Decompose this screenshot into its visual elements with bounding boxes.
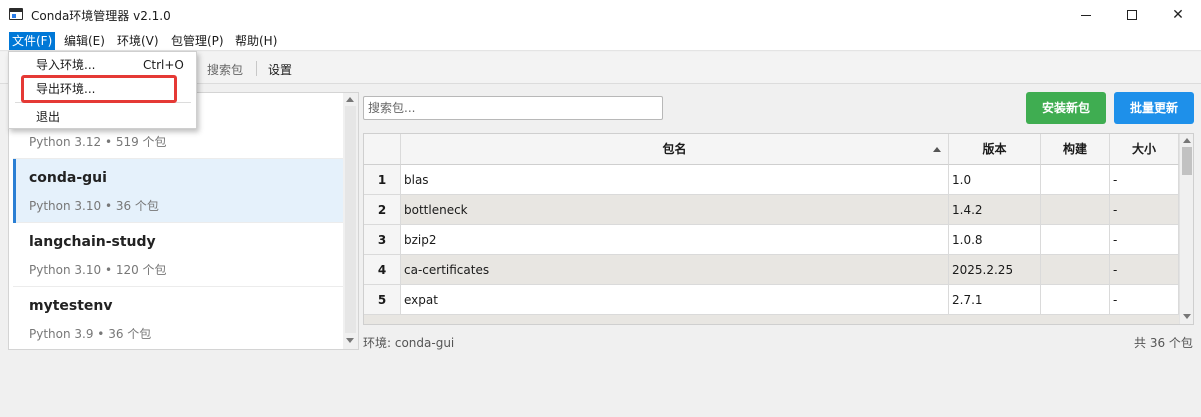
column-header-build[interactable]: 构建 bbox=[1041, 134, 1110, 165]
env-info: Python 3.12 • 519 个包 bbox=[29, 135, 167, 149]
cell-version: 1.0.8 bbox=[949, 225, 1041, 255]
scroll-down-icon[interactable] bbox=[346, 338, 354, 343]
menu-file[interactable]: 文件(F) bbox=[9, 32, 56, 50]
close-icon: ✕ bbox=[1172, 7, 1184, 23]
cell-build bbox=[1041, 165, 1110, 195]
column-header-name[interactable]: 包名 bbox=[401, 134, 949, 165]
env-info: Python 3.10 • 120 个包 bbox=[29, 263, 167, 277]
batch-update-button[interactable]: 批量更新 bbox=[1114, 92, 1194, 124]
sort-ascending-icon bbox=[933, 147, 941, 152]
row-number: 4 bbox=[364, 255, 401, 285]
scroll-down-icon[interactable] bbox=[1183, 314, 1191, 319]
cell-package-name: bzip2 bbox=[401, 225, 949, 255]
cell-build bbox=[1041, 195, 1110, 225]
menu-item-import-environment[interactable]: 导入环境... Ctrl+O bbox=[9, 54, 196, 76]
cell-version: 1.0 bbox=[949, 165, 1041, 195]
menu-help[interactable]: 帮助(H) bbox=[232, 32, 280, 50]
menu-environment[interactable]: 环境(V) bbox=[114, 32, 162, 50]
cell-size: - bbox=[1110, 225, 1179, 255]
menu-item-label: 退出 bbox=[36, 110, 61, 124]
file-menu-dropdown: 导入环境... Ctrl+O 导出环境... 退出 bbox=[8, 51, 197, 129]
close-button[interactable]: ✕ bbox=[1155, 0, 1201, 30]
app-window-icon bbox=[9, 8, 23, 20]
cell-size: - bbox=[1110, 285, 1179, 315]
env-item-conda-gui[interactable]: conda-gui Python 3.10 • 36 个包 bbox=[13, 159, 344, 223]
install-package-button[interactable]: 安装新包 bbox=[1026, 92, 1106, 124]
row-number: 2 bbox=[364, 195, 401, 225]
table-row[interactable]: 5 expat 2.7.1 - bbox=[364, 285, 1179, 315]
column-header-version[interactable]: 版本 bbox=[949, 134, 1041, 165]
cell-package-name: blas bbox=[401, 165, 949, 195]
scroll-thumb[interactable] bbox=[1182, 147, 1192, 175]
cell-package-name: ca-certificates bbox=[401, 255, 949, 285]
scroll-track[interactable] bbox=[345, 106, 356, 333]
env-item-langchain-study[interactable]: langchain-study Python 3.10 • 120 个包 bbox=[13, 223, 344, 287]
status-current-environment: 环境: conda-gui bbox=[363, 336, 455, 350]
package-table-scrollbar[interactable] bbox=[1179, 134, 1193, 324]
cell-version: 2.7.1 bbox=[949, 285, 1041, 315]
menu-item-export-environment[interactable]: 导出环境... bbox=[9, 78, 196, 100]
env-name: conda-gui bbox=[29, 170, 107, 186]
menu-item-label: 导出环境... bbox=[36, 82, 96, 96]
cell-version: 1.4.2 bbox=[949, 195, 1041, 225]
cell-build bbox=[1041, 255, 1110, 285]
table-row[interactable]: 1 blas 1.0 - bbox=[364, 165, 1179, 195]
toolbar-divider bbox=[256, 61, 257, 76]
env-name: mytestenv bbox=[29, 298, 113, 314]
minimize-icon bbox=[1081, 14, 1091, 16]
maximize-icon bbox=[1127, 10, 1137, 20]
env-info: Python 3.9 • 36 个包 bbox=[29, 327, 152, 341]
scroll-up-icon[interactable] bbox=[1183, 138, 1191, 143]
cell-package-name: expat bbox=[401, 285, 949, 315]
environment-list: Python 3.12 • 519 个包 conda-gui Python 3.… bbox=[8, 92, 359, 350]
package-search-input[interactable] bbox=[363, 96, 663, 120]
maximize-button[interactable] bbox=[1109, 0, 1155, 30]
row-number: 3 bbox=[364, 225, 401, 255]
menu-package-management[interactable]: 包管理(P) bbox=[168, 32, 227, 50]
menu-item-shortcut: Ctrl+O bbox=[143, 58, 184, 72]
package-table: 包名 版本 构建 大小 1 blas 1.0 - 2 bottleneck 1.… bbox=[363, 133, 1194, 325]
row-number: 5 bbox=[364, 285, 401, 315]
cell-build bbox=[1041, 225, 1110, 255]
row-number: 1 bbox=[364, 165, 401, 195]
toolbar-search-packages[interactable]: 搜索包 bbox=[207, 61, 243, 78]
menu-bar: 文件(F) 编辑(E) 环境(V) 包管理(P) 帮助(H) bbox=[0, 30, 1201, 51]
minimize-button[interactable] bbox=[1063, 0, 1109, 30]
cell-version: 2025.2.25 bbox=[949, 255, 1041, 285]
table-row-partial[interactable] bbox=[364, 315, 1179, 324]
table-row[interactable]: 4 ca-certificates 2025.2.25 - bbox=[364, 255, 1179, 285]
scroll-up-icon[interactable] bbox=[346, 97, 354, 102]
menu-item-label: 导入环境... bbox=[36, 58, 96, 72]
env-name: langchain-study bbox=[29, 234, 156, 250]
column-header-label: 包名 bbox=[662, 142, 687, 156]
menu-edit[interactable]: 编辑(E) bbox=[61, 32, 108, 50]
table-corner-header bbox=[364, 134, 401, 165]
cell-package-name: bottleneck bbox=[401, 195, 949, 225]
env-item-mytestenv[interactable]: mytestenv Python 3.9 • 36 个包 bbox=[13, 287, 344, 349]
table-row[interactable]: 3 bzip2 1.0.8 - bbox=[364, 225, 1179, 255]
status-package-count: 共 36 个包 bbox=[1134, 336, 1193, 350]
cell-build bbox=[1041, 285, 1110, 315]
toolbar-settings[interactable]: 设置 bbox=[268, 61, 292, 78]
menu-separator bbox=[15, 102, 191, 103]
environment-list-scrollbar[interactable] bbox=[343, 93, 358, 349]
env-info: Python 3.10 • 36 个包 bbox=[29, 199, 159, 213]
table-row[interactable]: 2 bottleneck 1.4.2 - bbox=[364, 195, 1179, 225]
cell-size: - bbox=[1110, 165, 1179, 195]
window-title: Conda环境管理器 v2.1.0 bbox=[31, 9, 171, 23]
menu-item-exit[interactable]: 退出 bbox=[9, 106, 196, 128]
cell-size: - bbox=[1110, 195, 1179, 225]
cell-size: - bbox=[1110, 255, 1179, 285]
title-bar: Conda环境管理器 v2.1.0 ✕ bbox=[0, 0, 1201, 30]
column-header-size[interactable]: 大小 bbox=[1110, 134, 1179, 165]
